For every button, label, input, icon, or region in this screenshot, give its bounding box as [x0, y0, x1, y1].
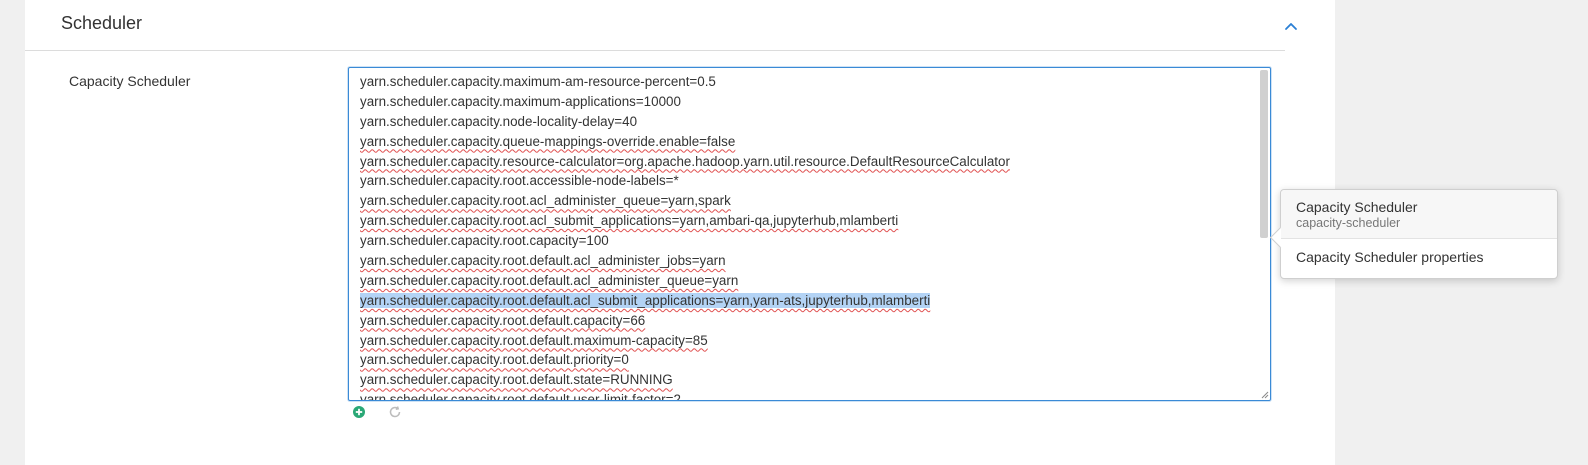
scrollbar-thumb[interactable] — [1260, 70, 1268, 238]
chevron-up-icon[interactable] — [1283, 18, 1299, 34]
section-header[interactable]: Scheduler — [25, 0, 1297, 51]
refresh-icon[interactable] — [388, 405, 402, 419]
popover-subtitle: capacity-scheduler — [1296, 216, 1401, 230]
textarea-line[interactable]: yarn.scheduler.capacity.root.acl_adminis… — [360, 191, 1254, 211]
popover-title: Capacity Scheduler — [1296, 199, 1418, 215]
popover-body: Capacity Scheduler properties — [1296, 249, 1484, 265]
capacity-scheduler-textarea[interactable]: yarn.scheduler.capacity.maximum-am-resou… — [348, 67, 1271, 401]
capacity-scheduler-label: Capacity Scheduler — [69, 73, 191, 89]
textarea-line[interactable]: yarn.scheduler.capacity.root.default.acl… — [360, 291, 1254, 311]
textarea-content[interactable]: yarn.scheduler.capacity.maximum-am-resou… — [360, 72, 1254, 400]
textarea-line[interactable]: yarn.scheduler.capacity.root.default.max… — [360, 331, 1254, 351]
textarea-line[interactable]: yarn.scheduler.capacity.root.capacity=10… — [360, 231, 1254, 251]
scrollbar[interactable] — [1259, 69, 1269, 399]
textarea-line[interactable]: yarn.scheduler.capacity.root.default.use… — [360, 390, 1254, 400]
plus-circle-icon[interactable] — [352, 405, 366, 419]
textarea-line[interactable]: yarn.scheduler.capacity.maximum-applicat… — [360, 92, 1254, 112]
property-popover: Capacity Scheduler capacity-scheduler Ca… — [1269, 189, 1558, 279]
popover-header: Capacity Scheduler capacity-scheduler — [1281, 190, 1557, 239]
textarea-line[interactable]: yarn.scheduler.capacity.root.accessible-… — [360, 171, 1254, 191]
textarea-line[interactable]: yarn.scheduler.capacity.root.default.pri… — [360, 350, 1254, 370]
textarea-line[interactable]: yarn.scheduler.capacity.queue-mappings-o… — [360, 132, 1254, 152]
textarea-line[interactable]: yarn.scheduler.capacity.root.default.acl… — [360, 271, 1254, 291]
textarea-line[interactable]: yarn.scheduler.capacity.root.default.cap… — [360, 311, 1254, 331]
resize-handle-icon[interactable] — [1261, 391, 1269, 399]
textarea-line[interactable]: yarn.scheduler.capacity.root.default.sta… — [360, 370, 1254, 390]
textarea-line[interactable]: yarn.scheduler.capacity.resource-calcula… — [360, 152, 1254, 172]
textarea-line[interactable]: yarn.scheduler.capacity.maximum-am-resou… — [360, 72, 1254, 92]
textarea-line[interactable]: yarn.scheduler.capacity.root.default.acl… — [360, 251, 1254, 271]
textarea-line[interactable]: yarn.scheduler.capacity.root.acl_submit_… — [360, 211, 1254, 231]
textarea-line[interactable]: yarn.scheduler.capacity.node-locality-de… — [360, 112, 1254, 132]
section-title: Scheduler — [61, 13, 143, 33]
